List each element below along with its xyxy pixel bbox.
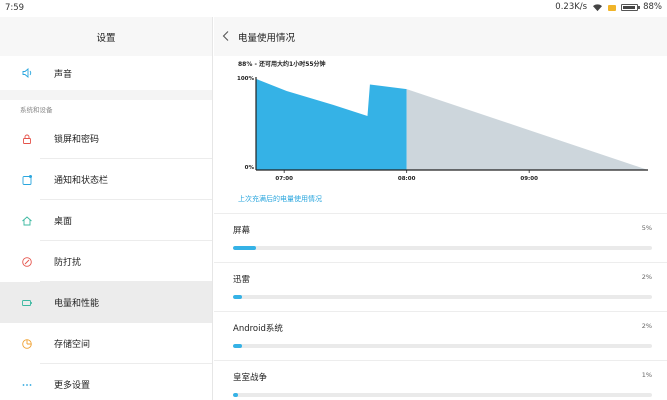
section-label: 系统和设备	[20, 106, 53, 114]
sidebar-item-storage[interactable]: 存储空间	[0, 323, 212, 364]
network-speed: 0.23K/s	[555, 2, 588, 12]
detail-title: 电量使用情况	[238, 32, 296, 44]
sidebar-item-lock-screen[interactable]: 锁屏和密码	[0, 118, 212, 159]
usage-bar-track	[233, 295, 652, 299]
chart-series-actual	[256, 77, 407, 170]
battery-icon	[21, 297, 33, 309]
sidebar-item-desktop[interactable]: 桌面	[0, 200, 212, 241]
usage-percent: 2%	[641, 322, 652, 330]
status-right-group: 0.23K/s 88%	[555, 2, 662, 12]
more-icon	[21, 379, 33, 391]
notification-badge-icon	[608, 5, 617, 11]
chart-x-tick-label: 08:00	[398, 176, 416, 182]
sidebar-item-label: 存储空间	[54, 340, 91, 350]
history-link[interactable]: 上次充满后的电量使用情况	[238, 194, 322, 204]
speaker-icon	[21, 67, 33, 79]
usage-percent: 5%	[641, 224, 652, 232]
battery-level-fill	[623, 5, 635, 9]
sidebar-item-label: 更多设置	[54, 381, 91, 391]
home-icon	[21, 215, 33, 227]
sidebar-item-sound[interactable]: 声音	[0, 56, 212, 90]
settings-sidebar: 设置 声音 系统和设备 锁屏和密码 通知和状态栏 桌面 防打扰 电量和性能 存储…	[0, 17, 213, 400]
sidebar-item-label: 通知和状态栏	[54, 176, 109, 186]
status-bar: 7:59 0.23K/s 88%	[0, 0, 667, 17]
detail-header: 电量使用情况	[214, 17, 667, 56]
sidebar-item-label: 防打扰	[54, 258, 82, 268]
usage-row-xunlei[interactable]: 迅雷 2%	[214, 262, 667, 311]
usage-name: 迅雷	[233, 275, 251, 285]
sidebar-item-do-not-disturb[interactable]: 防打扰	[0, 241, 212, 282]
back-arrow-icon[interactable]	[221, 30, 231, 42]
usage-bar-fill	[233, 344, 243, 348]
sidebar-item-more-settings[interactable]: 更多设置	[0, 364, 212, 400]
usage-bar-fill	[233, 393, 238, 397]
chart-series-projected	[406, 89, 648, 170]
storage-icon	[21, 338, 33, 350]
usage-bar-track	[233, 246, 652, 250]
usage-bar-fill	[233, 295, 243, 299]
battery-status-icon	[621, 3, 641, 11]
sidebar-item-label: 声音	[54, 69, 73, 80]
usage-percent: 1%	[641, 371, 652, 379]
usage-row-screen[interactable]: 屏幕 5%	[214, 213, 667, 262]
chart-x-tick-label: 09:00	[520, 176, 538, 182]
sidebar-item-label: 电量和性能	[54, 299, 100, 309]
sidebar-item-notifications[interactable]: 通知和状态栏	[0, 159, 212, 200]
chart-x-tick-label: 07:00	[275, 176, 293, 182]
section-divider	[0, 90, 212, 100]
sidebar-title: 设置	[96, 32, 116, 44]
sidebar-item-battery[interactable]: 电量和性能	[0, 282, 212, 323]
notification-icon	[21, 174, 33, 186]
lock-icon	[21, 133, 33, 145]
sidebar-item-label: 锁屏和密码	[54, 135, 100, 145]
do-not-disturb-icon	[21, 256, 33, 268]
sidebar-header: 设置	[0, 17, 212, 56]
usage-row-android-system[interactable]: Android系统 2%	[214, 311, 667, 360]
wifi-icon	[593, 3, 603, 11]
status-time: 7:59	[5, 3, 25, 13]
chart-y-tick-label: 100%	[237, 76, 254, 82]
usage-name: 皇室战争	[233, 373, 268, 383]
chart-y-tick-label: 0%	[245, 165, 255, 171]
usage-bar-track	[233, 344, 652, 348]
battery-usage-panel: 电量使用情况 88% - 还可用大约1小时55分钟 100% 0% 07:00 08:…	[214, 17, 667, 400]
battery-chart: 100% 0% 07:00 08:00 09:00	[237, 76, 648, 182]
usage-name: 屏幕	[233, 226, 251, 236]
usage-bar-fill	[233, 246, 256, 250]
usage-percent: 2%	[641, 273, 652, 281]
battery-percent: 88%	[643, 2, 662, 12]
usage-name: Android系统	[233, 324, 283, 334]
usage-row-clash-royale[interactable]: 皇室战争 1%	[214, 360, 667, 400]
usage-bar-track	[233, 393, 652, 397]
sidebar-item-label: 桌面	[54, 217, 73, 227]
